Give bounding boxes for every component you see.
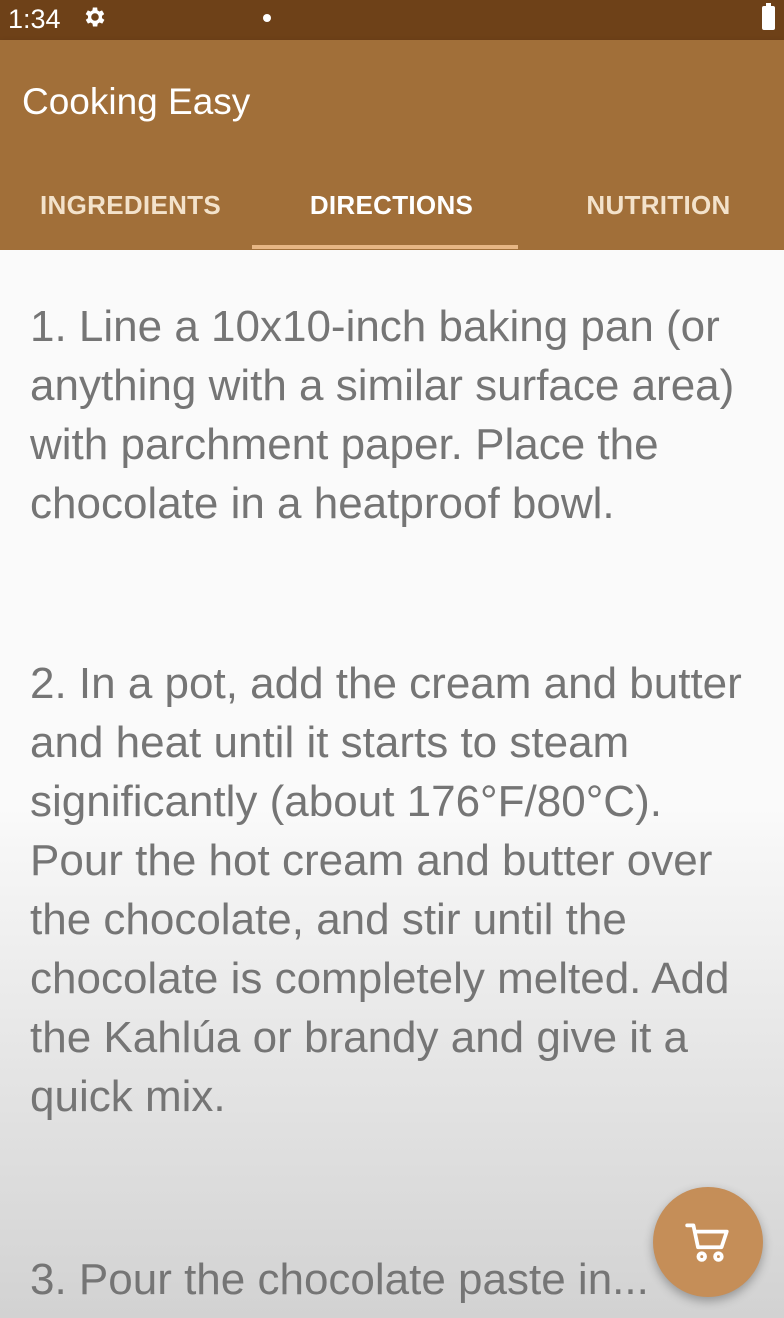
tab-ingredients[interactable]: INGREDIENTS <box>0 160 261 250</box>
tab-nutrition[interactable]: NUTRITION <box>528 160 784 250</box>
status-bar: 1:34 <box>0 0 784 40</box>
direction-step-2: 2. In a pot, add the cream and butter an… <box>30 659 742 1121</box>
gear-icon <box>85 7 105 27</box>
notification-dot <box>263 14 271 22</box>
tab-directions[interactable]: DIRECTIONS <box>261 160 522 250</box>
status-time: 1:34 <box>8 4 61 34</box>
tab-bar: INGREDIENTS DIRECTIONS NUTRITION <box>0 160 784 250</box>
battery-icon <box>762 3 775 30</box>
cart-icon <box>685 1223 729 1262</box>
directions-content[interactable]: 1. Line a 10x10-inch baking pan (or anyt… <box>0 250 784 1318</box>
cart-button[interactable] <box>653 1187 763 1297</box>
app-title: Cooking Easy <box>22 81 251 122</box>
direction-step-3: 3. Pour the chocolate paste in... <box>30 1255 649 1304</box>
direction-step-1: 1. Line a 10x10-inch baking pan (or anyt… <box>30 302 735 528</box>
app-bar: Cooking Easy INGREDIENTS DIRECTIONS NUTR… <box>0 40 784 250</box>
active-tab-indicator <box>252 245 518 249</box>
